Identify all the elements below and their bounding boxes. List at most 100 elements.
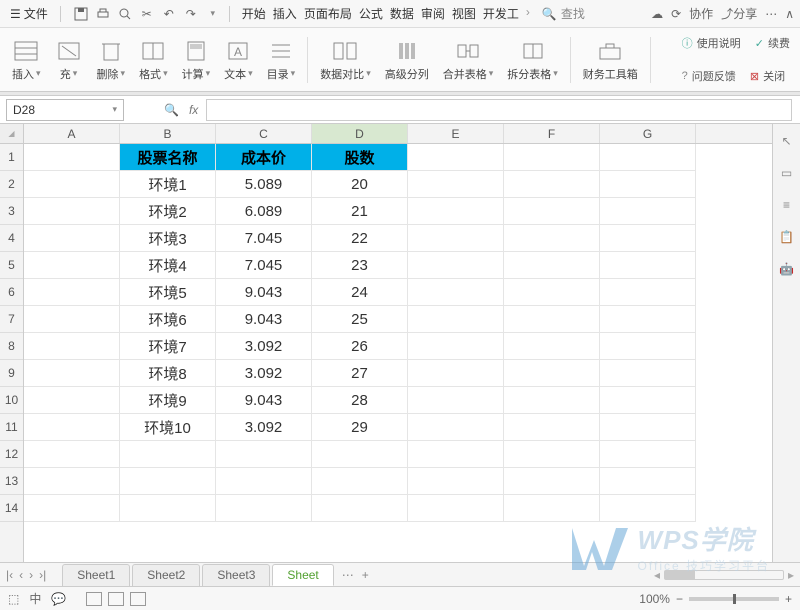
redo-icon[interactable]: ↷	[183, 6, 199, 22]
cell[interactable]	[504, 387, 600, 414]
row-header-4[interactable]: 4	[0, 225, 23, 252]
cell[interactable]: 7.045	[216, 252, 312, 279]
cloud-icon[interactable]: ☁	[651, 7, 663, 21]
close-label[interactable]: 关闭	[763, 68, 785, 84]
name-box[interactable]: D28 ▾	[6, 99, 124, 121]
cell[interactable]: 22	[312, 225, 408, 252]
cell[interactable]	[600, 441, 696, 468]
cell[interactable]	[408, 225, 504, 252]
ribbon-delete[interactable]: 删除▾	[91, 36, 132, 84]
cell[interactable]	[24, 495, 120, 522]
cell[interactable]: 20	[312, 171, 408, 198]
row-header-1[interactable]: 1	[0, 144, 23, 171]
scroll-thumb[interactable]	[665, 571, 695, 579]
cursor-icon[interactable]: ↖	[781, 134, 791, 148]
view-normal-icon[interactable]	[86, 592, 102, 606]
cell[interactable]: 股数	[312, 144, 408, 171]
sheet-tab-Sheet1[interactable]: Sheet1	[62, 564, 130, 586]
cell[interactable]	[216, 468, 312, 495]
sheet-last-icon[interactable]: ›|	[39, 568, 46, 582]
cell[interactable]	[600, 252, 696, 279]
ribbon-toc[interactable]: 目录▾	[261, 36, 302, 84]
ribbon-format[interactable]: 格式▾	[133, 36, 174, 84]
cell[interactable]	[504, 414, 600, 441]
ribbon-fintool[interactable]: 财务工具箱	[577, 36, 644, 84]
cell[interactable]: 环境3	[120, 225, 216, 252]
sheet-first-icon[interactable]: |‹	[6, 568, 13, 582]
sheet-prev-icon[interactable]: ‹	[19, 568, 23, 582]
cell[interactable]	[600, 306, 696, 333]
cell[interactable]: 环境4	[120, 252, 216, 279]
cell[interactable]	[600, 144, 696, 171]
renew-icon[interactable]: ✓	[755, 37, 764, 50]
feedback-icon[interactable]: ?	[682, 70, 688, 82]
cell[interactable]: 25	[312, 306, 408, 333]
tab-home[interactable]: 开始	[240, 1, 268, 26]
cell[interactable]: 23	[312, 252, 408, 279]
cell[interactable]: 环境8	[120, 360, 216, 387]
cell[interactable]	[408, 360, 504, 387]
cell[interactable]	[24, 441, 120, 468]
cell[interactable]	[504, 333, 600, 360]
cell[interactable]	[504, 468, 600, 495]
grid-body[interactable]: 股票名称成本价股数环境15.08920环境26.08921环境37.04522环…	[24, 144, 772, 522]
cell[interactable]	[216, 441, 312, 468]
cell[interactable]	[600, 171, 696, 198]
status-mode-icon[interactable]: 中	[29, 590, 41, 607]
cut-icon[interactable]: ✂	[139, 6, 155, 22]
row-header-12[interactable]: 12	[0, 441, 23, 468]
column-header-G[interactable]: G	[600, 124, 696, 143]
save-icon[interactable]	[73, 6, 89, 22]
cell[interactable]	[504, 171, 600, 198]
cell[interactable]	[600, 279, 696, 306]
cell[interactable]	[312, 495, 408, 522]
cell[interactable]	[24, 387, 120, 414]
help-icon[interactable]: ⓘ	[682, 35, 693, 51]
zoom-out-icon[interactable]: −	[676, 592, 683, 606]
cell[interactable]	[312, 441, 408, 468]
cell[interactable]	[504, 198, 600, 225]
cell[interactable]	[24, 198, 120, 225]
cell[interactable]: 环境6	[120, 306, 216, 333]
cell[interactable]	[312, 468, 408, 495]
sync-icon[interactable]: ⟳	[671, 7, 681, 21]
sheet-tab-Sheet[interactable]: Sheet	[272, 564, 333, 586]
cell[interactable]	[408, 144, 504, 171]
scroll-right-icon[interactable]: ▸	[788, 568, 794, 582]
search-button[interactable]: 🔍 查找	[542, 5, 585, 22]
cell[interactable]	[24, 333, 120, 360]
undo-icon[interactable]: ↶	[161, 6, 177, 22]
cell[interactable]: 9.043	[216, 279, 312, 306]
select-icon[interactable]: ▭	[781, 166, 792, 180]
ribbon-compare[interactable]: 数据对比▾	[314, 36, 377, 84]
zoom-in-icon[interactable]: +	[785, 592, 792, 606]
cell[interactable]	[24, 252, 120, 279]
tab-formula[interactable]: 公式	[357, 1, 385, 26]
ribbon-advsort[interactable]: 高级分列	[379, 36, 435, 84]
cell[interactable]	[600, 333, 696, 360]
column-header-D[interactable]: D	[312, 124, 408, 143]
fx-icon[interactable]: fx	[189, 103, 198, 117]
view-page-icon[interactable]	[108, 592, 124, 606]
cell[interactable]: 环境1	[120, 171, 216, 198]
h-scroll-mini[interactable]: ◂ ▸	[654, 568, 794, 582]
close-icon[interactable]: ⊠	[750, 70, 759, 83]
cell[interactable]	[408, 252, 504, 279]
cell[interactable]	[600, 495, 696, 522]
cell[interactable]: 环境10	[120, 414, 216, 441]
cell[interactable]: 成本价	[216, 144, 312, 171]
zoom-value[interactable]: 100%	[639, 592, 670, 606]
cell[interactable]: 环境2	[120, 198, 216, 225]
cell[interactable]	[408, 441, 504, 468]
cell[interactable]: 3.092	[216, 360, 312, 387]
cell[interactable]: 6.089	[216, 198, 312, 225]
cell[interactable]	[408, 414, 504, 441]
clipboard-icon[interactable]: 📋	[779, 230, 794, 244]
cell[interactable]	[408, 387, 504, 414]
ribbon-split[interactable]: 拆分表格▾	[501, 36, 564, 84]
cell[interactable]	[408, 306, 504, 333]
cell[interactable]	[408, 468, 504, 495]
cell[interactable]	[24, 225, 120, 252]
cell[interactable]	[24, 279, 120, 306]
cell[interactable]	[24, 306, 120, 333]
